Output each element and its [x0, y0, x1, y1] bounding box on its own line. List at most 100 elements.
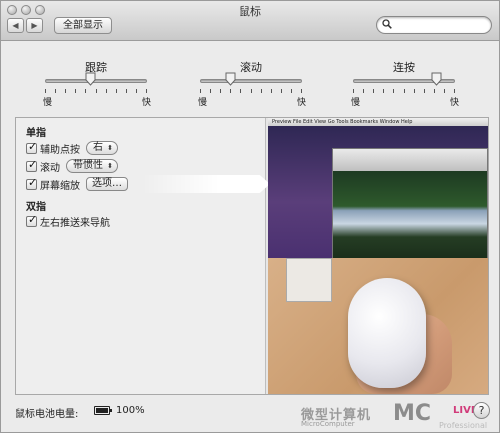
scrolling-speed-slider[interactable]: 滚动 慢 快 — [196, 59, 306, 109]
popup-value: 带惯性 — [73, 160, 103, 171]
forward-arrow-icon: ▶ — [31, 21, 38, 30]
slider-tick — [260, 89, 262, 93]
slider-tick — [146, 89, 147, 93]
slider-tick — [220, 89, 222, 93]
screen-zoom-checkbox[interactable]: ✓ — [26, 175, 38, 190]
slider-tick — [250, 89, 252, 93]
secondary-click-popup[interactable]: 右 ⬍ — [86, 141, 118, 155]
scrolling-checkbox[interactable]: ✓ — [26, 159, 37, 172]
slider-tick — [55, 89, 57, 93]
slider-tick — [95, 89, 97, 93]
slider-tick — [373, 89, 375, 93]
slider-tick — [240, 89, 242, 93]
magic-mouse-image — [348, 278, 426, 388]
forward-button[interactable]: ▶ — [26, 18, 43, 33]
watermark-mc: MC — [393, 401, 432, 426]
slider-tick — [75, 89, 77, 93]
slider-label: 滚动 — [240, 61, 262, 74]
selection-highlight-arrow — [142, 175, 270, 193]
slider-tick — [454, 89, 455, 93]
slider-min-label: 慢 — [198, 98, 208, 108]
option-secondary-click[interactable]: ✓ 辅助点按 右 ⬍ — [26, 140, 118, 156]
search-icon — [382, 19, 392, 29]
checkmark-icon: ✓ — [28, 175, 38, 189]
gesture-preview-video: Preview File Edit View Go Tools Bookmark… — [268, 118, 488, 394]
preferences-window: 鼠标 ◀ ▶ 全部显示 跟踪 慢 快 滚动 慢 快 连按 慢 快 单指 ✓ 辅助… — [0, 0, 500, 433]
help-icon: ? — [478, 404, 485, 417]
section-one-finger: 单指 — [26, 128, 46, 139]
gesture-panel: 单指 ✓ 辅助点按 右 ⬍ ✓ 滚动 带惯性 ⬍ ✓ 屏幕缩放 选项… 双指 ✓… — [15, 117, 489, 395]
slider-min-label: 慢 — [43, 98, 53, 108]
slider-tick — [230, 89, 232, 93]
option-label: 屏幕缩放 — [40, 180, 80, 192]
preview-app-toolbar — [333, 149, 487, 171]
slider-tick — [85, 89, 87, 93]
slider-tick — [135, 89, 137, 93]
swipe-nav-checkbox[interactable]: ✓ — [26, 212, 38, 227]
slider-tick — [403, 89, 405, 93]
zoom-options-button[interactable]: 选项… — [86, 177, 128, 191]
battery-label: 鼠标电池电量: — [15, 409, 79, 420]
popup-value: 右 — [93, 142, 103, 153]
slider-track[interactable] — [200, 79, 302, 83]
slider-tick — [393, 89, 395, 93]
slider-tick — [353, 89, 354, 93]
battery-fill — [96, 408, 108, 413]
popup-arrows-icon: ⬍ — [107, 144, 113, 152]
slider-tick — [210, 89, 212, 93]
slider-tick — [363, 89, 365, 93]
popup-arrows-icon: ⬍ — [107, 162, 113, 170]
option-label: 滚动 — [40, 162, 60, 174]
slider-tick — [270, 89, 272, 93]
preview-menubar: Preview File Edit View Go Tools Bookmark… — [268, 118, 488, 126]
checkmark-icon: ✓ — [28, 212, 38, 226]
slider-tick — [301, 89, 302, 93]
search-input[interactable] — [376, 16, 492, 34]
slider-knob[interactable] — [225, 72, 236, 86]
help-button[interactable]: ? — [473, 402, 490, 419]
show-all-button[interactable]: 全部显示 — [54, 17, 112, 34]
section-two-fingers: 双指 — [26, 202, 46, 213]
option-label: 辅助点按 — [40, 144, 80, 156]
gesture-options: 单指 ✓ 辅助点按 右 ⬍ ✓ 滚动 带惯性 ⬍ ✓ 屏幕缩放 选项… 双指 ✓… — [16, 118, 270, 394]
battery-nub — [110, 409, 112, 412]
slider-min-label: 慢 — [351, 98, 361, 108]
option-swipe-navigation[interactable]: ✓ 左右推送来导航 — [26, 213, 110, 229]
zoomed-region — [286, 258, 332, 302]
watermark-en: MicroComputer — [301, 420, 355, 428]
slider-label: 连按 — [393, 61, 415, 74]
scrolling-popup[interactable]: 带惯性 ⬍ — [66, 159, 118, 173]
option-scrolling[interactable]: ✓ 滚动 带惯性 ⬍ — [26, 158, 118, 174]
double-click-speed-slider[interactable]: 连按 慢 快 — [349, 59, 459, 109]
slider-tick — [45, 89, 46, 93]
slider-ticks — [200, 89, 302, 93]
slider-tick — [383, 89, 385, 93]
back-arrow-icon: ◀ — [12, 21, 19, 30]
slider-tick — [443, 89, 445, 93]
slider-tick — [125, 89, 127, 93]
back-button[interactable]: ◀ — [7, 18, 24, 33]
slider-knob[interactable] — [431, 72, 442, 86]
slider-tick — [413, 89, 415, 93]
slider-tick — [423, 89, 425, 93]
watermark-pro: Professional — [439, 421, 488, 430]
slider-knob[interactable] — [85, 72, 96, 86]
preview-app-window — [332, 148, 488, 259]
battery-icon — [94, 406, 112, 415]
slider-tick — [65, 89, 67, 93]
slider-tick — [290, 89, 292, 93]
option-label: 左右推送来导航 — [40, 217, 110, 229]
battery-value: 100% — [116, 405, 145, 416]
preview-forest-photo — [333, 171, 487, 259]
slider-tick — [200, 89, 201, 93]
option-screen-zoom[interactable]: ✓ 屏幕缩放 选项… — [26, 176, 128, 192]
titlebar: 鼠标 ◀ ▶ 全部显示 — [1, 1, 499, 41]
slider-max-label: 快 — [141, 98, 151, 108]
slider-max-label: 快 — [296, 98, 306, 108]
slider-tick — [105, 89, 107, 93]
secondary-click-checkbox[interactable]: ✓ — [26, 139, 38, 154]
checkmark-icon: ✓ — [28, 139, 38, 153]
slider-tick — [115, 89, 117, 93]
slider-ticks — [353, 89, 455, 93]
tracking-speed-slider[interactable]: 跟踪 慢 快 — [41, 59, 151, 109]
